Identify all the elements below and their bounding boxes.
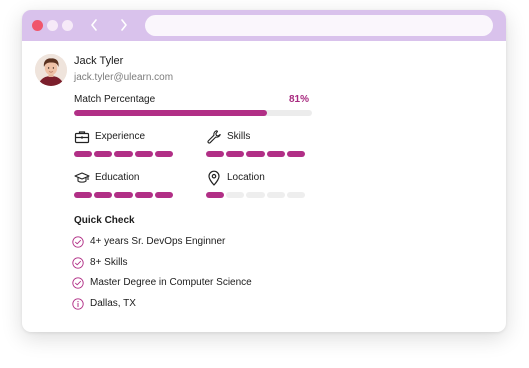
category-education: Education (74, 170, 184, 206)
location-rating-bar (206, 192, 306, 198)
rating-segment-filled (246, 151, 265, 157)
category-label: Location (227, 172, 265, 183)
quick-check-title: Quick Check (74, 215, 135, 226)
briefcase-icon (74, 131, 90, 144)
profile-name: Jack Tyler (74, 55, 124, 67)
category-label: Experience (95, 131, 146, 142)
rating-segment-empty (286, 192, 306, 198)
close-window-button[interactable] (32, 20, 43, 31)
profile-photo (35, 54, 67, 86)
address-bar[interactable] (145, 15, 493, 36)
rating-segment-filled (226, 151, 245, 157)
rating-segment-filled (206, 192, 225, 198)
category-location: Location (206, 170, 316, 206)
back-button[interactable] (86, 16, 102, 34)
quick-check-text: Master Degree in Computer Science (90, 277, 252, 288)
education-rating-bar (74, 192, 174, 198)
rating-segment-empty (266, 192, 285, 198)
rating-segment-filled (154, 192, 174, 198)
rating-segment-filled (134, 151, 153, 157)
quick-check-text: Dallas, TX (90, 298, 136, 309)
chevron-right-icon (121, 19, 127, 31)
rating-segment-filled (74, 192, 93, 198)
category-experience: Experience (74, 129, 184, 165)
match-progress-bar (74, 110, 312, 116)
rating-segment-filled (206, 151, 225, 157)
category-skills: Skills (206, 129, 316, 165)
category-label: Education (95, 172, 140, 183)
title-bar (22, 10, 506, 41)
rating-segment-filled (154, 151, 174, 157)
rating-segment-empty (246, 192, 265, 198)
quick-check-text: 8+ Skills (90, 257, 128, 268)
skills-rating-bar (206, 151, 306, 157)
rating-segment-filled (94, 192, 113, 198)
forward-button[interactable] (116, 16, 132, 34)
info-circle-icon (72, 298, 84, 310)
match-percentage-value: 81% (289, 94, 310, 105)
check-circle-icon (72, 257, 84, 269)
rating-segment-filled (286, 151, 306, 157)
rating-segment-filled (94, 151, 113, 157)
chevron-left-icon (91, 19, 97, 31)
maximize-window-button[interactable] (62, 20, 73, 31)
check-circle-icon (72, 236, 84, 248)
graduation-cap-icon (74, 172, 90, 183)
wrench-icon (207, 130, 221, 144)
experience-rating-bar (74, 151, 174, 157)
browser-window: Jack Tyler jack.tyler@ulearn.com Match P… (22, 10, 506, 332)
rating-segment-empty (226, 192, 245, 198)
check-circle-icon (72, 277, 84, 289)
category-label: Skills (227, 131, 251, 142)
match-progress-fill (74, 110, 267, 116)
rating-segment-filled (74, 151, 93, 157)
map-pin-icon (208, 170, 220, 186)
match-percentage-label: Match Percentage (74, 94, 156, 105)
avatar (35, 54, 67, 86)
rating-segment-filled (134, 192, 153, 198)
rating-segment-filled (114, 192, 133, 198)
profile-email: jack.tyler@ulearn.com (74, 72, 174, 83)
minimize-window-button[interactable] (47, 20, 58, 31)
quick-check-text: 4+ years Sr. DevOps Enginner (90, 236, 226, 247)
rating-segment-filled (266, 151, 285, 157)
rating-segment-filled (114, 151, 133, 157)
